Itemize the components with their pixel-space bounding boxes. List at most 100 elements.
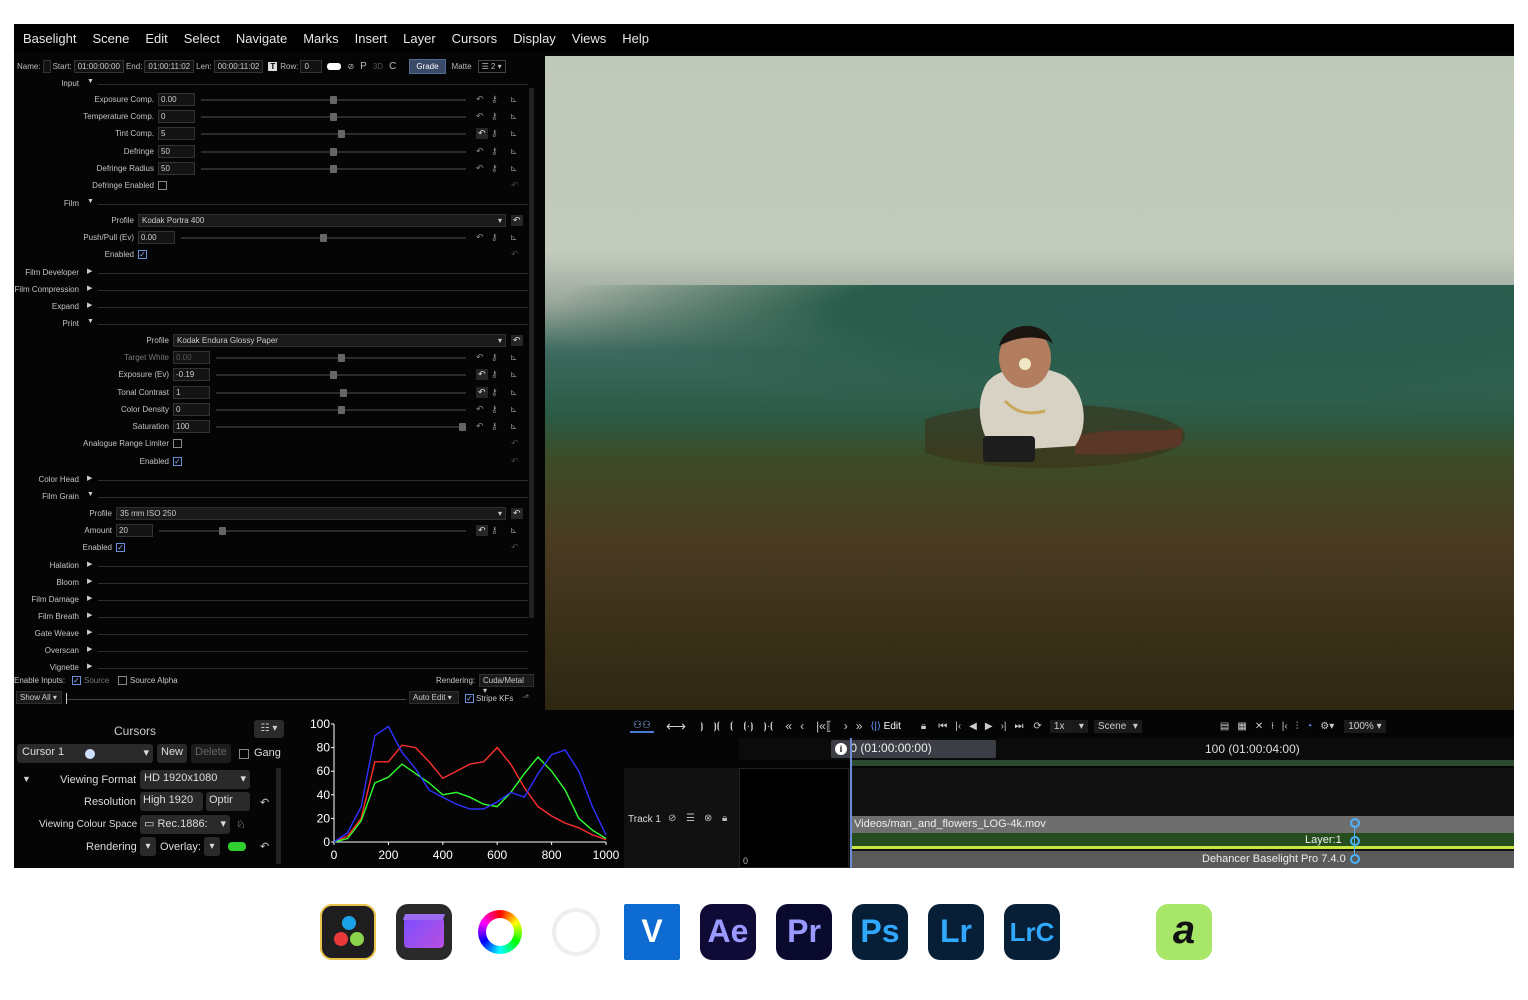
param-slider[interactable] xyxy=(216,374,466,376)
source-checkbox[interactable]: ✓ xyxy=(72,676,81,685)
fit-icon[interactable]: ⟷ xyxy=(666,718,686,735)
menu-edit[interactable]: Edit xyxy=(137,31,175,46)
expand-down-icon[interactable]: ▼ xyxy=(87,318,94,325)
profile-select[interactable]: 35 mm ISO 250 ▾ xyxy=(116,507,506,520)
resolution-option-select[interactable]: Optir xyxy=(206,792,250,811)
play-back-icon[interactable]: ◀ xyxy=(969,721,977,732)
param-slider[interactable] xyxy=(201,133,466,135)
graph-icon[interactable]: ⊾ xyxy=(510,163,518,174)
step-back-icon[interactable]: ‹ xyxy=(800,719,804,733)
expand-right-icon[interactable]: ▶ xyxy=(87,662,92,670)
resolution-select[interactable]: High 1920 xyxy=(140,792,203,811)
param-checkbox[interactable]: ✓ xyxy=(116,543,125,552)
effect-bar[interactable]: Dehancer Baselight Pro 7.4.0 xyxy=(850,851,1514,868)
stripe-kfs-checkbox[interactable]: ✓ xyxy=(465,694,474,703)
key-icon[interactable]: ⚷ xyxy=(491,352,498,363)
playhead-badge[interactable]: i 0 (01:00:00:00) xyxy=(831,740,996,758)
graph-icon[interactable]: ⊾ xyxy=(510,232,518,243)
graph-icon[interactable]: ⊾ xyxy=(510,369,518,380)
key-icon[interactable]: ⚷ xyxy=(491,525,498,536)
cursor-menu-button[interactable]: ☷ ▾ xyxy=(254,720,284,738)
graph-icon[interactable]: ⊾ xyxy=(510,525,518,536)
param-value-field[interactable]: 0.00 xyxy=(158,93,195,106)
stack-view-icon[interactable]: ▤ xyxy=(1220,721,1229,732)
graph-icon[interactable]: ⊾ xyxy=(510,421,518,432)
reset-icon[interactable]: ↶ xyxy=(476,404,484,415)
reset-icon[interactable]: ↶ xyxy=(511,335,523,346)
waveform-icon[interactable]: ⫶ xyxy=(1296,721,1299,732)
reset-icon[interactable]: ↶ xyxy=(476,525,488,536)
expand-right-icon[interactable]: ▶ xyxy=(87,284,92,292)
step-forward-icon[interactable]: › xyxy=(844,719,848,733)
param-checkbox[interactable] xyxy=(158,181,167,190)
reset-icon[interactable]: ↶ xyxy=(511,508,523,519)
play-icon[interactable]: ▶ xyxy=(985,721,993,732)
lightroom-icon[interactable]: Lr xyxy=(928,904,984,960)
slider-knob[interactable] xyxy=(339,389,347,397)
expand-right-icon[interactable]: ▶ xyxy=(87,611,92,619)
param-value-field[interactable]: 50 xyxy=(158,145,195,158)
row-field[interactable]: 0 xyxy=(300,59,323,73)
slider-knob[interactable] xyxy=(320,234,327,242)
param-value-field[interactable]: 50 xyxy=(158,162,195,175)
scrub-marker[interactable] xyxy=(66,693,67,704)
reset-icon[interactable]: ↶ xyxy=(476,163,484,174)
image-viewer[interactable] xyxy=(545,56,1514,710)
track-hide-icon[interactable]: ⊗ xyxy=(704,813,712,824)
slider-knob[interactable] xyxy=(330,371,338,379)
white-swatch-icon[interactable] xyxy=(327,62,342,70)
key-icon[interactable]: ⚷ xyxy=(491,369,498,380)
name-field[interactable] xyxy=(42,59,51,73)
len-field[interactable]: 00:00:11:02 xyxy=(213,59,264,73)
expand-right-icon[interactable]: ▶ xyxy=(87,301,92,309)
timecode-ruler[interactable]: i 0 (01:00:00:00) 100 (01:00:04:00) xyxy=(739,738,1514,760)
keyframe-marker-2[interactable] xyxy=(1350,836,1360,846)
param-value-field[interactable]: 1 xyxy=(173,386,210,399)
show-all-select[interactable]: Show All ▾ xyxy=(16,691,62,704)
expand-right-icon[interactable]: ▶ xyxy=(87,474,92,482)
new-cursor-button[interactable]: New xyxy=(157,744,188,763)
param-value-field[interactable]: 5 xyxy=(158,127,195,140)
expand-right-icon[interactable]: ▶ xyxy=(87,645,92,653)
slider-knob[interactable] xyxy=(330,113,337,121)
scrub-bar[interactable] xyxy=(66,699,406,700)
menu-views[interactable]: Views xyxy=(564,31,614,46)
bell-icon[interactable]: ♘ xyxy=(236,818,246,831)
key-icon[interactable]: ⚷ xyxy=(491,404,498,415)
stack-count-select[interactable]: ☰ 2 ▾ xyxy=(477,59,506,73)
expand-right-icon[interactable]: ▶ xyxy=(87,560,92,568)
menu-cursors[interactable]: Cursors xyxy=(444,31,506,46)
graph-icon[interactable]: ⊾ xyxy=(510,128,518,139)
source-alpha-checkbox[interactable] xyxy=(118,676,127,685)
param-slider[interactable] xyxy=(159,530,466,532)
param-value-field[interactable]: 0 xyxy=(173,403,210,416)
export-icon[interactable]: ⬏ xyxy=(522,692,530,703)
track-lock-icon[interactable]: 🔒︎ xyxy=(722,813,727,824)
slider-knob[interactable] xyxy=(219,527,226,535)
rendering-cursor-select[interactable]: ▾ xyxy=(140,837,156,856)
sync-icon[interactable]: ◔ xyxy=(1306,721,1312,732)
reset-icon[interactable]: ↶ xyxy=(476,387,488,398)
profile-select[interactable]: Kodak Portra 400 ▾ xyxy=(138,214,506,227)
param-value-field[interactable]: 20 xyxy=(116,524,153,537)
cursor-panel-scrollbar[interactable] xyxy=(276,768,281,864)
slider-knob[interactable] xyxy=(337,130,345,138)
reset-icon[interactable]: ↶ xyxy=(511,438,519,449)
param-value-field[interactable]: 100 xyxy=(173,420,210,433)
param-slider[interactable] xyxy=(216,426,466,428)
slider-knob[interactable] xyxy=(330,148,337,156)
key-icon[interactable]: ⚷ xyxy=(491,387,498,398)
graph-icon[interactable]: ⊾ xyxy=(510,404,518,415)
marker-icon[interactable]: ⍿ xyxy=(1271,721,1274,732)
key-icon[interactable]: ⚷ xyxy=(491,128,498,139)
menu-help[interactable]: Help xyxy=(614,31,657,46)
loop-icon[interactable]: ⟳ xyxy=(1034,721,1042,732)
after-effects-icon[interactable]: Ae xyxy=(700,904,756,960)
prev-frame-icon[interactable]: |‹ xyxy=(955,721,961,732)
trim-both-icon[interactable]: ⦘⦗ xyxy=(713,721,720,732)
param-checkbox[interactable] xyxy=(173,439,182,448)
delete-cursor-button[interactable]: Delete xyxy=(191,744,231,763)
key-icon[interactable]: ⚷ xyxy=(491,94,498,105)
keyframe-marker-3[interactable] xyxy=(1350,854,1360,864)
graph-icon[interactable]: ⊾ xyxy=(510,146,518,157)
